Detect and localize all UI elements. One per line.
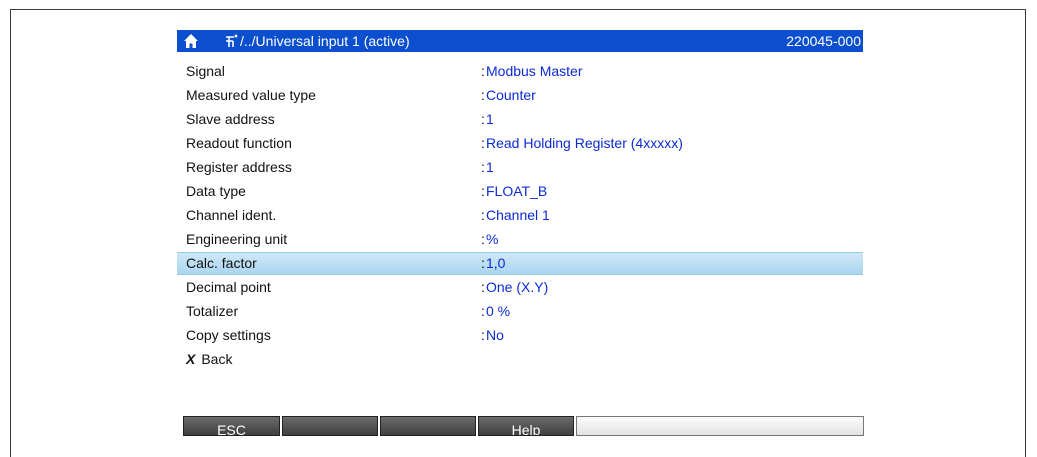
softkey-5[interactable] — [576, 416, 864, 436]
setting-row-slave-address[interactable]: Slave address : 1 — [177, 108, 863, 131]
x-icon: X — [186, 351, 196, 367]
setting-row-totalizer[interactable]: Totalizer : 0 % — [177, 300, 863, 323]
setting-value: No — [486, 327, 504, 343]
setting-row-signal[interactable]: Signal : Modbus Master — [177, 60, 863, 83]
separator: : — [481, 63, 485, 79]
softkey-help[interactable]: Help — [478, 416, 574, 436]
setting-label: Totalizer — [186, 303, 239, 319]
setting-label: Data type — [186, 183, 246, 199]
setting-value: Channel 1 — [486, 207, 550, 223]
separator: : — [481, 183, 485, 199]
separator: : — [481, 207, 485, 223]
setting-label: Calc. factor — [186, 255, 257, 271]
setting-row-measured-value-type[interactable]: Measured value type : Counter — [177, 84, 863, 107]
home-icon[interactable] — [183, 33, 199, 49]
setting-row-register-address[interactable]: Register address : 1 — [177, 156, 863, 179]
title-bar: /../Universal input 1 (active) 220045-00… — [177, 30, 863, 52]
separator: : — [481, 279, 485, 295]
separator: : — [481, 159, 485, 175]
setting-row-calc-factor[interactable]: Calc. factor : 1,0 — [177, 252, 863, 275]
device-code: 220045-000 — [786, 33, 861, 49]
back-button[interactable]: X Back — [186, 349, 232, 369]
setting-label: Copy settings — [186, 327, 271, 343]
separator: : — [481, 255, 485, 271]
setting-value: Counter — [486, 87, 536, 103]
setting-value: % — [486, 231, 499, 247]
softkey-2[interactable] — [282, 416, 378, 436]
setting-label: Signal — [186, 63, 225, 79]
setting-label: Measured value type — [186, 87, 316, 103]
setting-label: Register address — [186, 159, 292, 175]
setting-value: 1 — [486, 111, 494, 127]
separator: : — [481, 87, 485, 103]
setting-value: Read Holding Register (4xxxxx) — [486, 135, 683, 151]
separator: : — [481, 231, 485, 247]
separator: : — [481, 303, 485, 319]
softkey-3[interactable] — [380, 416, 476, 436]
setting-value: 1 — [486, 159, 494, 175]
setting-value: FLOAT_B — [486, 183, 548, 199]
separator: : — [481, 135, 485, 151]
setting-row-readout-function[interactable]: Readout function : Read Holding Register… — [177, 132, 863, 155]
network-icon — [226, 34, 238, 47]
setting-value: Modbus Master — [486, 63, 583, 79]
setting-label: Engineering unit — [186, 231, 288, 247]
setting-value: 0 % — [486, 303, 511, 319]
separator: : — [481, 111, 485, 127]
setting-label: Readout function — [186, 135, 292, 151]
setting-row-copy-settings[interactable]: Copy settings : No — [177, 324, 863, 347]
setting-row-engineering-unit[interactable]: Engineering unit : % — [177, 228, 863, 251]
setting-row-data-type[interactable]: Data type : FLOAT_B — [177, 180, 863, 203]
breadcrumb: /../Universal input 1 (active) — [240, 33, 410, 49]
setting-row-decimal-point[interactable]: Decimal point : One (X.Y) — [177, 276, 863, 299]
back-label: Back — [201, 351, 233, 367]
setting-label: Channel ident. — [186, 207, 277, 223]
setting-row-channel-ident[interactable]: Channel ident. : Channel 1 — [177, 204, 863, 227]
setting-value: 1,0 — [486, 255, 506, 271]
setting-label: Slave address — [186, 111, 275, 127]
setting-value: One (X.Y) — [486, 279, 549, 295]
separator: : — [481, 327, 485, 343]
softkey-esc[interactable]: ESC — [183, 416, 280, 436]
setting-label: Decimal point — [186, 279, 271, 295]
